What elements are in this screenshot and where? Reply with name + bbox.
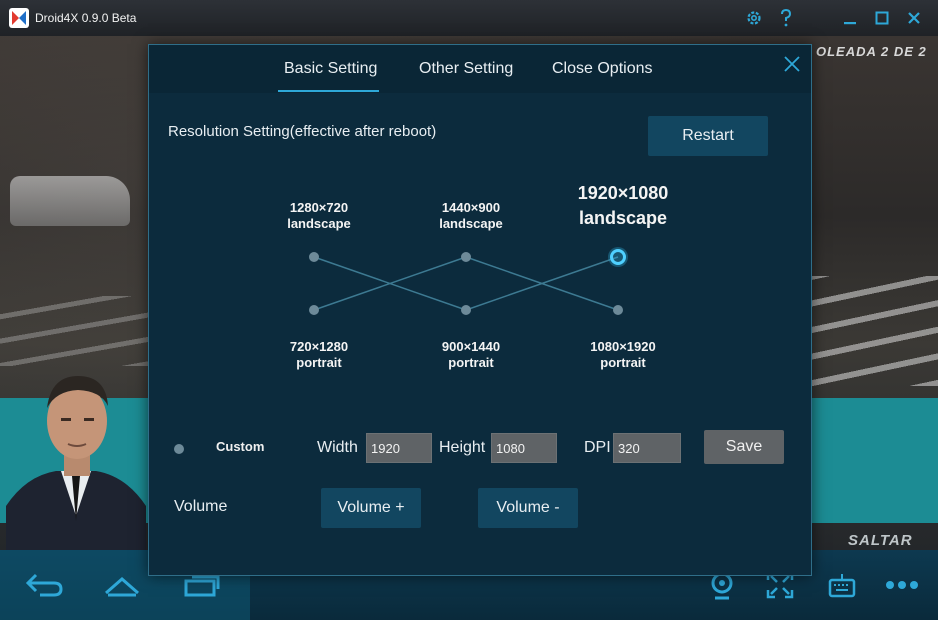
- custom-label: Custom: [216, 439, 265, 454]
- droid4x-logo-icon: [9, 8, 29, 28]
- title-bar: Droid4X 0.9.0 Beta: [0, 0, 938, 36]
- res-dot-1440x900[interactable]: [461, 252, 471, 262]
- res-option-720x1280[interactable]: 720×1280 portrait: [259, 339, 379, 371]
- res-option-1920x1080[interactable]: 1920×1080 landscape: [543, 181, 703, 231]
- res-option-1440x900[interactable]: 1440×900 landscape: [411, 200, 531, 232]
- close-window-icon[interactable]: [904, 8, 924, 28]
- custom-radio[interactable]: [174, 444, 184, 454]
- crosswalk-stripes: [808, 276, 938, 386]
- active-tab-indicator: [278, 90, 379, 92]
- width-input[interactable]: [366, 433, 432, 463]
- wave-counter: OLEADA 2 DE 2: [816, 44, 927, 59]
- res-option-1080x1920[interactable]: 1080×1920 portrait: [563, 339, 683, 371]
- teal-banner-right: [810, 398, 938, 523]
- res-dot-1080x1920[interactable]: [613, 305, 623, 315]
- character-portrait: [6, 346, 146, 550]
- volume-up-button[interactable]: Volume +: [321, 488, 421, 528]
- res-dot-1280x720[interactable]: [309, 252, 319, 262]
- height-input[interactable]: [491, 433, 557, 463]
- width-label: Width: [317, 439, 358, 456]
- window-title: Droid4X 0.9.0 Beta: [35, 11, 137, 25]
- res-dot-1920x1080-selected[interactable]: [610, 249, 626, 265]
- help-icon[interactable]: [776, 8, 796, 28]
- skip-button[interactable]: SALTAR: [848, 532, 913, 549]
- home-icon[interactable]: [102, 568, 142, 602]
- res-dot-glow: [608, 247, 628, 267]
- settings-dialog: Basic Setting Other Setting Close Option…: [148, 44, 812, 576]
- restart-button[interactable]: Restart: [648, 116, 768, 156]
- close-dialog-icon[interactable]: [781, 53, 803, 75]
- res-option-1280x720[interactable]: 1280×720 landscape: [259, 200, 379, 232]
- dpi-input[interactable]: [613, 433, 681, 463]
- police-car-image: [10, 176, 130, 226]
- resolution-setting-title: Resolution Setting(effective after reboo…: [168, 123, 437, 140]
- volume-down-button[interactable]: Volume -: [478, 488, 578, 528]
- volume-label: Volume: [174, 498, 228, 515]
- res-option-900x1440[interactable]: 900×1440 portrait: [411, 339, 531, 371]
- save-button[interactable]: Save: [704, 430, 784, 464]
- maximize-icon[interactable]: [872, 8, 892, 28]
- minimize-icon[interactable]: [840, 8, 860, 28]
- tab-other-setting[interactable]: Other Setting: [419, 60, 513, 78]
- tab-close-options[interactable]: Close Options: [552, 60, 653, 78]
- keyboard-icon[interactable]: [822, 568, 862, 602]
- res-dot-900x1440[interactable]: [461, 305, 471, 315]
- tab-basic-setting[interactable]: Basic Setting: [284, 60, 377, 78]
- res-dot-720x1280[interactable]: [309, 305, 319, 315]
- dpi-label: DPI: [584, 439, 611, 456]
- more-options-icon[interactable]: [882, 568, 922, 602]
- settings-gear-icon[interactable]: [744, 8, 764, 28]
- back-icon[interactable]: [24, 568, 64, 602]
- height-label: Height: [439, 439, 486, 456]
